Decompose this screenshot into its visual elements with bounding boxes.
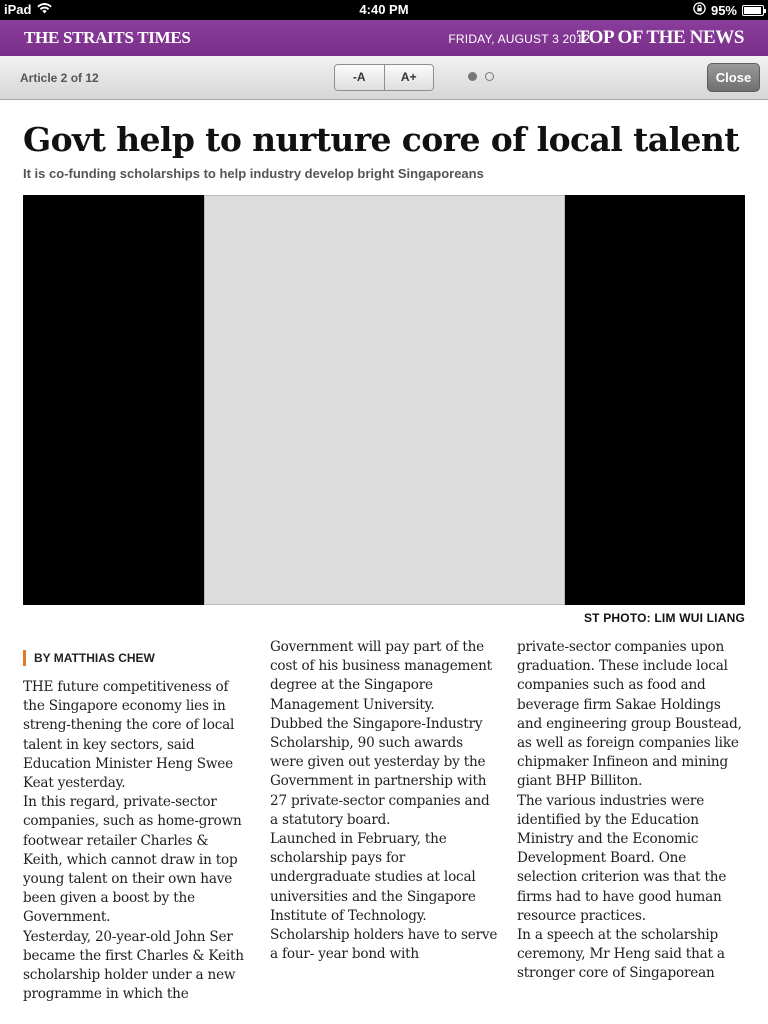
- byline: BY MATTHIAS CHEW: [23, 650, 155, 666]
- article-column-3: private-sector companies upon graduation…: [517, 639, 742, 982]
- status-time: 4:40 PM: [359, 2, 409, 17]
- page-dot[interactable]: [485, 72, 494, 81]
- photo-credit: ST PHOTO: LIM WUI LIANG: [583, 611, 745, 625]
- font-smaller-button[interactable]: -A: [335, 65, 384, 90]
- article-toolbar: Article 2 of 12 -A A+ Close: [0, 56, 768, 100]
- article-headline: Govt help to nurture core of local talen…: [23, 120, 740, 159]
- photo-placeholder: [204, 195, 565, 605]
- section-title: TOP OF THE NEWS: [576, 27, 745, 48]
- article-counter: Article 2 of 12: [20, 71, 99, 85]
- masthead: THE STRAITS TIMES FRIDAY, AUGUST 3 2012 …: [0, 20, 768, 56]
- article-photo[interactable]: [23, 195, 745, 605]
- article-column-2: Government will pay part of the cost of …: [270, 639, 498, 963]
- page-indicator[interactable]: [468, 72, 494, 81]
- article-column-1: THE future competitiveness of the Singap…: [23, 679, 244, 1003]
- close-button[interactable]: Close: [707, 63, 760, 92]
- status-bar: iPad 4:40 PM 95%: [0, 0, 768, 20]
- battery-percent: 95%: [710, 2, 737, 18]
- brand-logo: THE STRAITS TIMES: [24, 28, 191, 47]
- issue-date: FRIDAY, AUGUST 3 2012: [448, 32, 590, 46]
- article-subhead: It is co-funding scholarships to help in…: [23, 166, 484, 181]
- font-size-control: -A A+: [334, 64, 434, 91]
- font-larger-button[interactable]: A+: [383, 65, 434, 90]
- orientation-lock-icon: [693, 2, 706, 18]
- battery-icon: [742, 4, 766, 16]
- status-bar-right: 95%: [693, 2, 766, 18]
- page-dot-active[interactable]: [468, 72, 477, 81]
